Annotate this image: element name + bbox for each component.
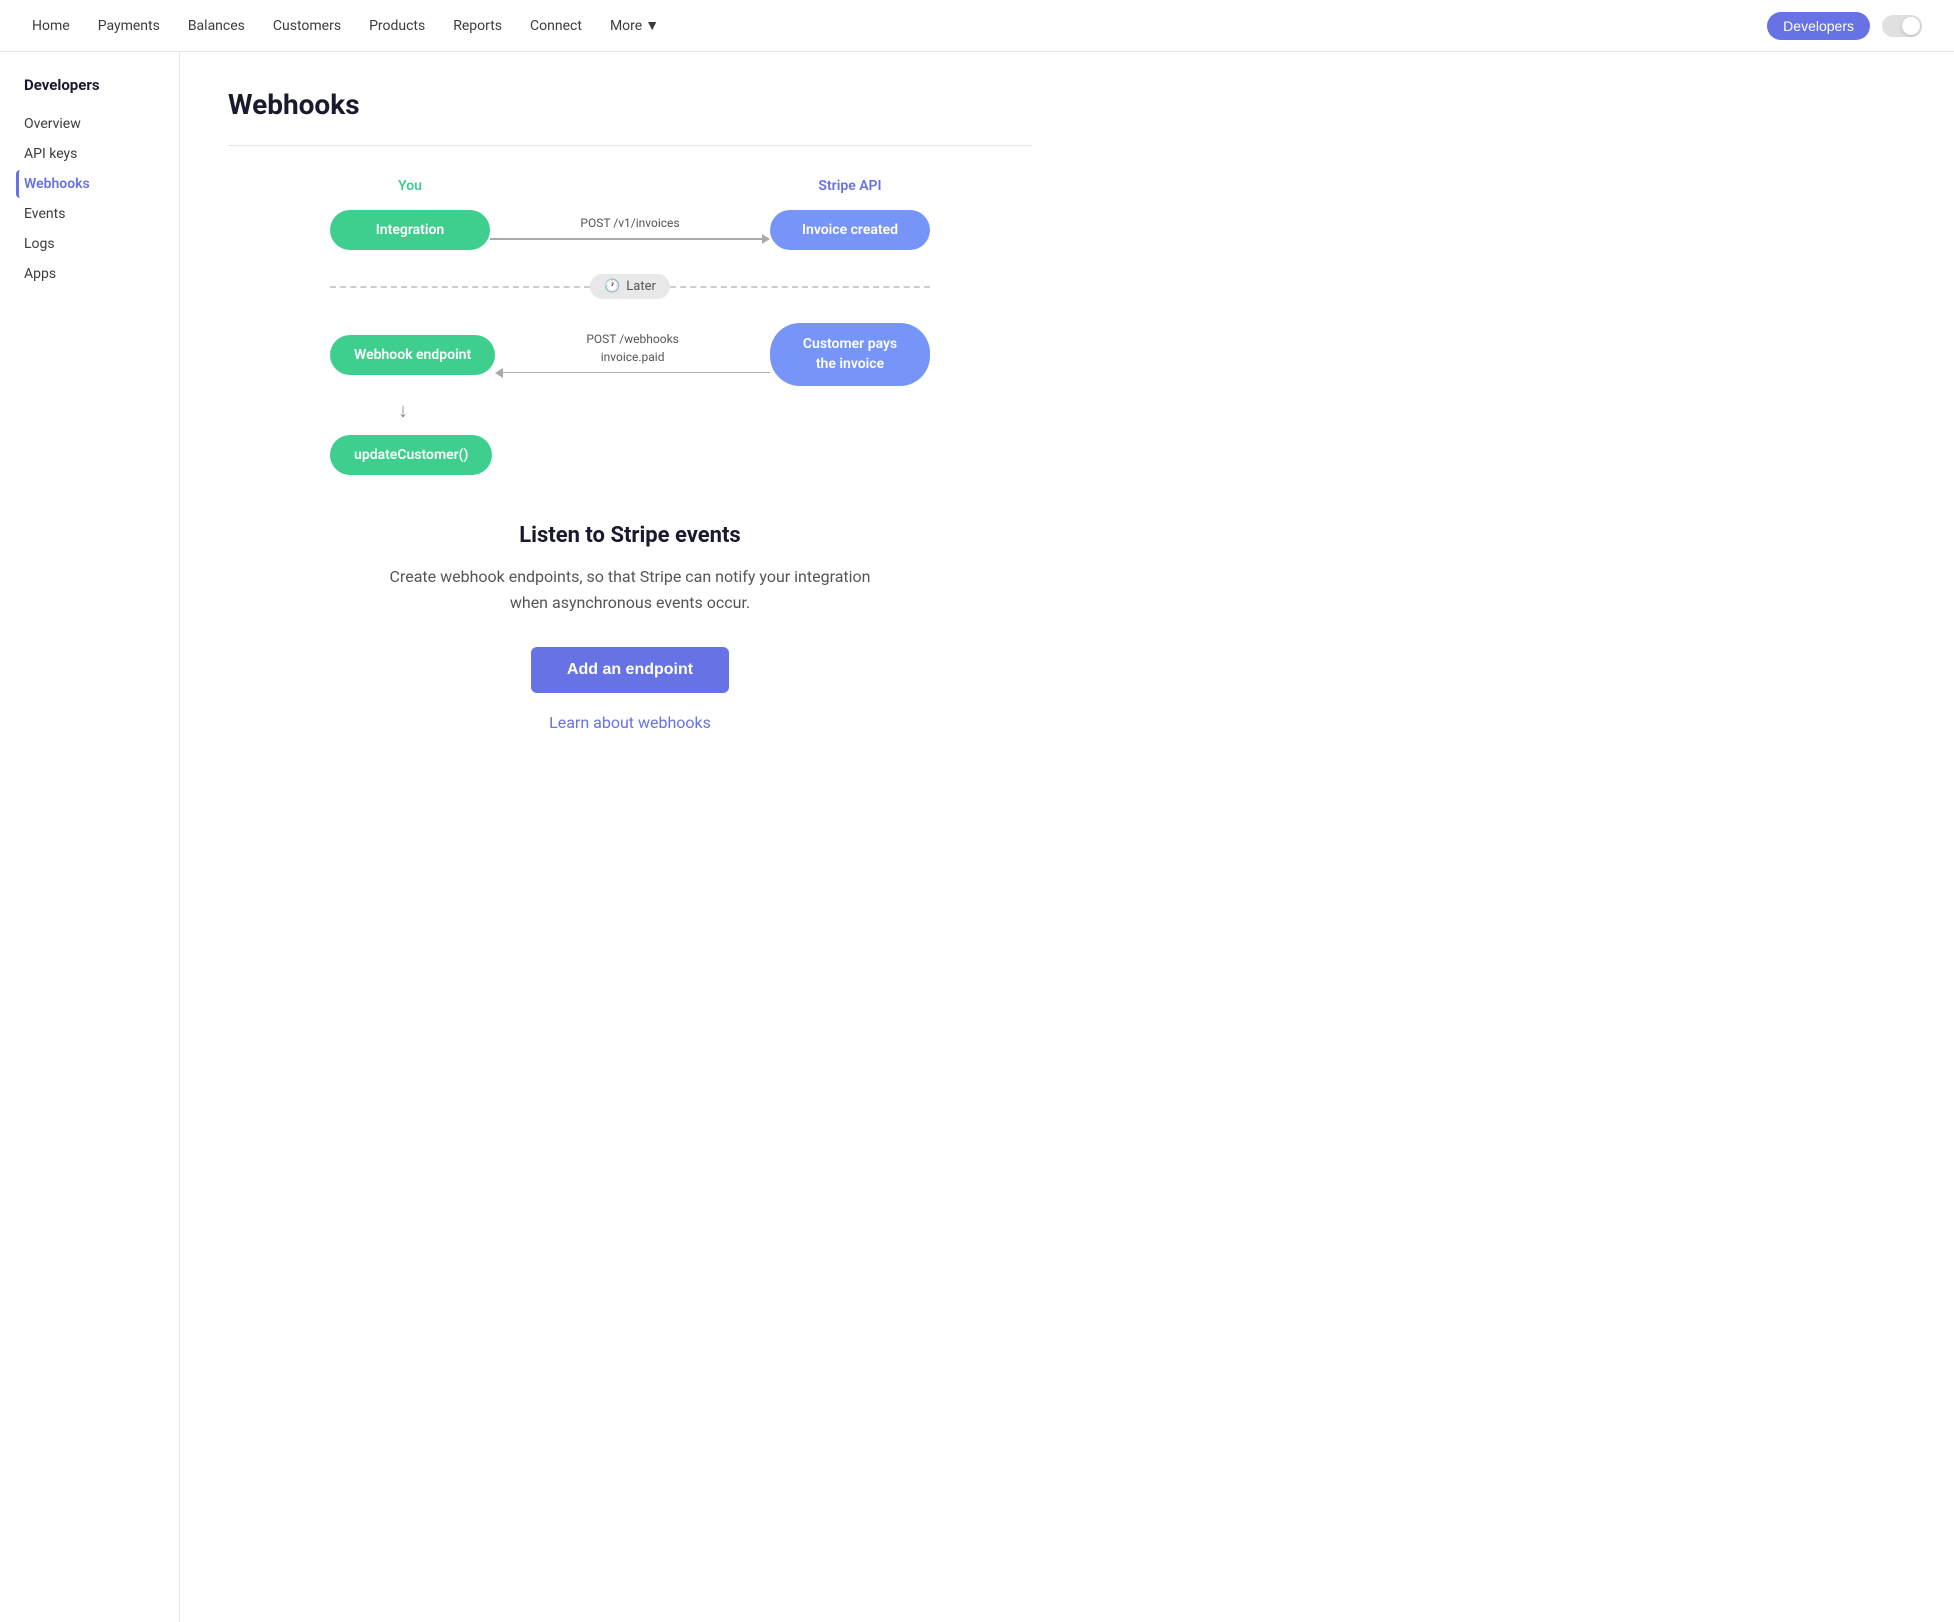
update-row: updateCustomer() xyxy=(330,435,930,475)
nav-right: Developers xyxy=(1767,12,1922,40)
integration-pill: Integration xyxy=(330,210,490,250)
down-arrow-icon: ↓ xyxy=(398,398,408,423)
nav-balances[interactable]: Balances xyxy=(188,18,245,34)
arrow-area-2: POST /webhooks invoice.paid xyxy=(495,332,770,378)
arrow1-label: POST /v1/invoices xyxy=(580,216,679,230)
page-divider xyxy=(228,145,1032,146)
diagram-row-1: Integration POST /v1/invoices Invoice cr… xyxy=(330,210,930,250)
diagram-container: You Stripe API Integration POST /v1/invo… xyxy=(228,178,1032,475)
later-badge: 🕐 Later xyxy=(590,274,670,299)
arrow-area-1: POST /v1/invoices xyxy=(490,216,770,244)
sidebar-item-events[interactable]: Events xyxy=(16,200,179,228)
nav-home[interactable]: Home xyxy=(32,18,70,34)
nav-products[interactable]: Products xyxy=(369,18,425,34)
later-dashes-left xyxy=(330,286,590,288)
update-customer-pill: updateCustomer() xyxy=(330,435,492,475)
label-stripe: Stripe API xyxy=(770,178,930,194)
sidebar-item-logs[interactable]: Logs xyxy=(16,230,179,258)
arrow2-label2: invoice.paid xyxy=(601,350,665,364)
diagram-row-2: Webhook endpoint POST /webhooks invoice.… xyxy=(330,323,930,386)
nav-connect[interactable]: Connect xyxy=(530,18,582,34)
nav-items: Home Payments Balances Customers Product… xyxy=(32,17,1767,34)
page-title: Webhooks xyxy=(228,88,1032,121)
nav-more[interactable]: More ▼ xyxy=(610,17,659,34)
nav-customers[interactable]: Customers xyxy=(273,18,341,34)
later-row: 🕐 Later xyxy=(330,274,930,299)
arrow-head-right-1 xyxy=(762,234,770,244)
sidebar-item-webhooks[interactable]: Webhooks xyxy=(16,170,179,198)
developers-button[interactable]: Developers xyxy=(1767,12,1870,40)
arrow-line-2 xyxy=(495,368,770,378)
webhook-diagram: You Stripe API Integration POST /v1/invo… xyxy=(330,178,930,475)
theme-toggle[interactable] xyxy=(1882,15,1922,37)
diagram-labels: You Stripe API xyxy=(330,178,930,194)
listen-title: Listen to Stripe events xyxy=(268,523,992,548)
sidebar-item-api-keys[interactable]: API keys xyxy=(16,140,179,168)
label-you: You xyxy=(330,178,490,194)
later-dashes-right xyxy=(670,286,930,288)
arrow-head-left-2 xyxy=(495,368,503,378)
sidebar: Developers Overview API keys Webhooks Ev… xyxy=(0,52,180,1622)
arrow-line-1 xyxy=(490,234,770,244)
top-nav: Home Payments Balances Customers Product… xyxy=(0,0,1954,52)
add-endpoint-button[interactable]: Add an endpoint xyxy=(531,647,729,693)
invoice-created-pill: Invoice created xyxy=(770,210,930,250)
nav-payments[interactable]: Payments xyxy=(98,18,160,34)
clock-icon: 🕐 xyxy=(604,279,620,294)
webhook-endpoint-pill: Webhook endpoint xyxy=(330,335,495,375)
down-arrow-row: ↓ xyxy=(330,398,930,423)
sidebar-item-apps[interactable]: Apps xyxy=(16,260,179,288)
listen-section: Listen to Stripe events Create webhook e… xyxy=(228,523,1032,732)
arrow-shaft-2 xyxy=(503,372,770,374)
arrow2-label1: POST /webhooks xyxy=(586,332,679,346)
customer-pays-pill: Customer pays the invoice xyxy=(770,323,930,386)
main-content: Webhooks You Stripe API Integration POST… xyxy=(180,52,1080,1622)
chevron-down-icon: ▼ xyxy=(645,17,659,34)
later-label: Later xyxy=(626,279,656,294)
layout: Developers Overview API keys Webhooks Ev… xyxy=(0,52,1954,1622)
sidebar-item-overview[interactable]: Overview xyxy=(16,110,179,138)
nav-reports[interactable]: Reports xyxy=(453,18,502,34)
sidebar-title: Developers xyxy=(16,76,179,94)
arrow-shaft-1 xyxy=(490,238,762,240)
listen-description: Create webhook endpoints, so that Stripe… xyxy=(370,564,890,615)
learn-about-webhooks-link[interactable]: Learn about webhooks xyxy=(268,713,992,732)
